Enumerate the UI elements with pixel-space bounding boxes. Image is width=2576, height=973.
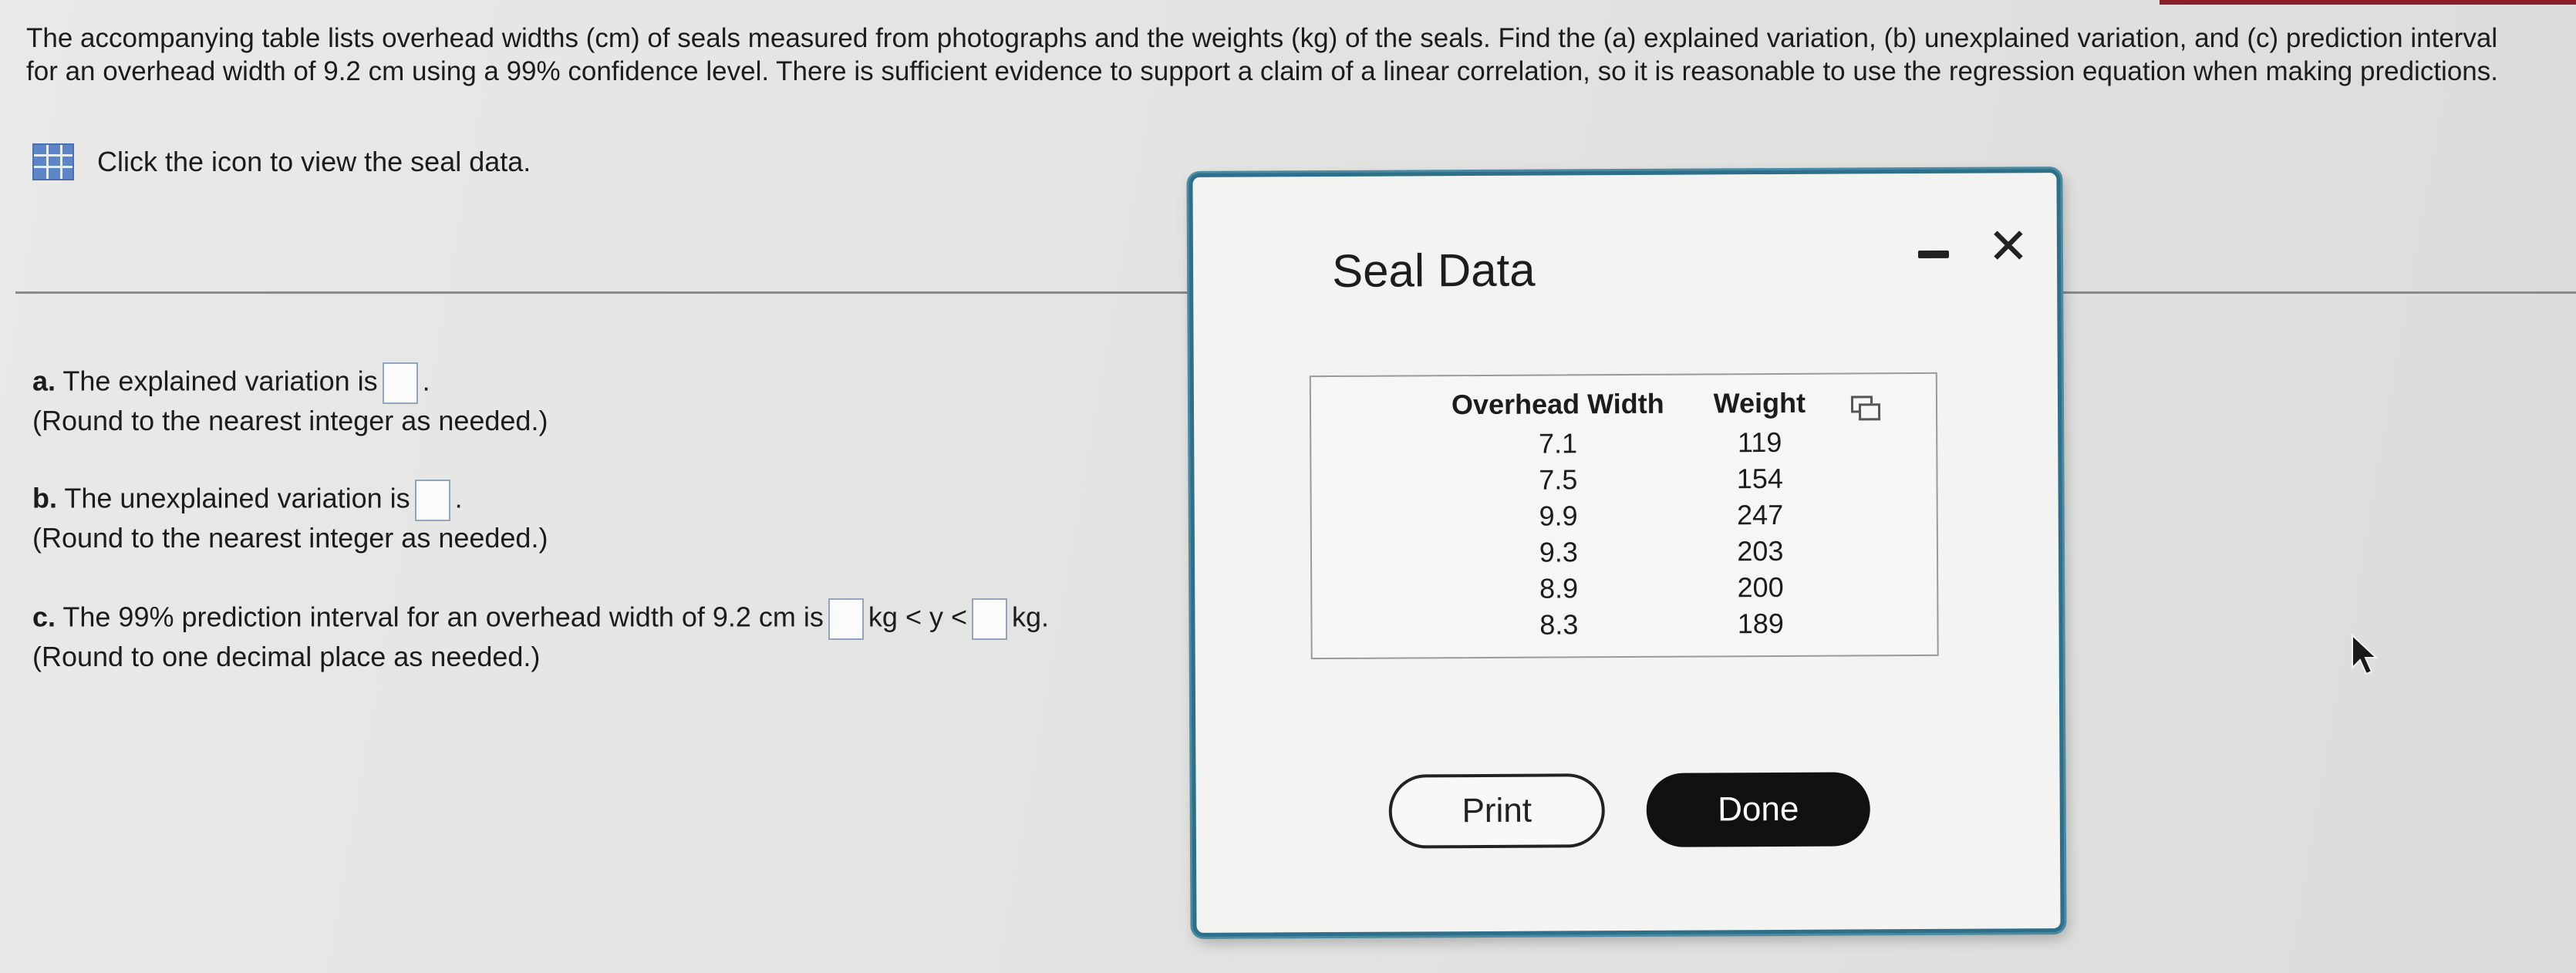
part-b: b. The unexplained variation is. (Round … [32, 480, 548, 555]
weight-cell: 119 [1737, 426, 1782, 459]
explained-variation-input[interactable] [382, 362, 418, 404]
done-button[interactable]: Done [1646, 772, 1870, 847]
table-row: 8.9 200 [1428, 569, 1831, 608]
seal-data-table: Overhead Width Weight 7.1 119 7.5 154 9.… [1427, 387, 1832, 644]
weight-cell: 154 [1736, 462, 1784, 495]
part-c-hint: (Round to one decimal place as needed.) [32, 641, 541, 672]
overhead-width-cell: 9.3 [1539, 536, 1578, 568]
minimize-icon[interactable] [1914, 237, 1953, 268]
part-a: a. The explained variation is. (Round to… [32, 362, 548, 438]
part-c-end: kg. [1012, 601, 1050, 633]
overhead-width-cell: 7.5 [1539, 463, 1578, 496]
seal-data-dialog: Seal Data ✕ Overhead Width Weight 7.1 11… [1189, 169, 2065, 937]
part-c-mid: kg < y < [868, 601, 967, 633]
page: The accompanying table lists overhead wi… [0, 0, 2576, 973]
part-a-label: a. [32, 365, 56, 397]
table-row: 9.9 247 [1428, 497, 1831, 535]
overhead-width-cell: 8.9 [1539, 572, 1579, 604]
unexplained-variation-input[interactable] [414, 480, 450, 521]
top-accent-bar [2160, 0, 2576, 5]
weight-cell: 247 [1736, 498, 1784, 531]
column-header-weight: Weight [1713, 386, 1806, 419]
view-data-link[interactable]: Click the icon to view the seal data. [32, 143, 531, 180]
table-row: 8.3 189 [1428, 605, 1831, 644]
question-text: The accompanying table lists overhead wi… [26, 23, 2498, 86]
part-c-text: The 99% prediction interval for an overh… [62, 601, 824, 633]
part-b-hint: (Round to the nearest integer as needed.… [32, 522, 548, 554]
print-button[interactable]: Print [1388, 773, 1606, 849]
part-b-end: . [454, 482, 463, 514]
part-a-end: . [422, 365, 430, 397]
part-c: c. The 99% prediction interval for an ov… [32, 598, 1049, 674]
part-b-text: The unexplained variation is [64, 482, 410, 514]
overhead-width-cell: 8.3 [1539, 608, 1579, 641]
seal-data-table-frame: Overhead Width Weight 7.1 119 7.5 154 9.… [1309, 372, 1939, 660]
table-grid-icon[interactable] [32, 143, 74, 180]
column-header-overhead-width: Overhead Width [1451, 387, 1664, 421]
table-row: 7.5 154 [1427, 460, 1830, 499]
part-b-label: b. [32, 482, 57, 514]
close-icon[interactable]: ✕ [1981, 218, 2035, 274]
table-row: 7.1 119 [1427, 424, 1830, 463]
copy-icon[interactable] [1851, 396, 1877, 419]
table-row: 9.3 203 [1428, 533, 1831, 571]
mouse-pointer-icon [2352, 634, 2379, 675]
overhead-width-cell: 9.9 [1539, 500, 1578, 532]
weight-cell: 203 [1737, 534, 1784, 567]
view-data-link-label: Click the icon to view the seal data. [97, 146, 531, 177]
weight-cell: 200 [1737, 571, 1784, 604]
table-header-row: Overhead Width Weight [1427, 387, 1830, 426]
dialog-title: Seal Data [1331, 244, 1536, 297]
weight-cell: 189 [1737, 607, 1785, 640]
interval-upper-input[interactable] [972, 598, 1007, 640]
part-a-text: The explained variation is [62, 365, 378, 397]
interval-lower-input[interactable] [828, 598, 864, 640]
part-c-label: c. [32, 601, 56, 633]
part-a-hint: (Round to the nearest integer as needed.… [32, 405, 548, 436]
overhead-width-cell: 7.1 [1538, 427, 1578, 460]
